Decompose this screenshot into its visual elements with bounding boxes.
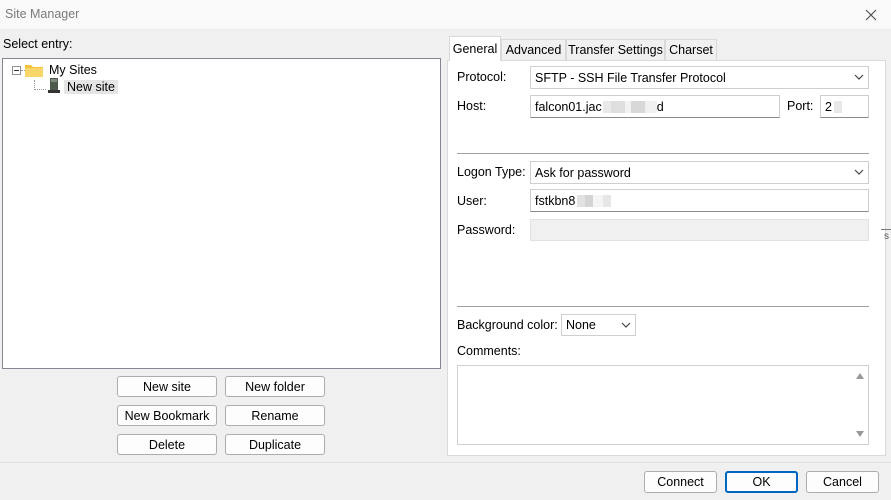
password-label: Password: (457, 223, 516, 237)
logon-type-label: Logon Type: (457, 165, 526, 179)
tab-advanced[interactable]: Advanced (501, 39, 566, 60)
comments-label: Comments: (457, 344, 521, 358)
comments-scrollbar[interactable] (851, 366, 868, 444)
background-color-label: Background color: (457, 318, 558, 332)
tab-general[interactable]: General (449, 36, 501, 61)
redacted-block (593, 194, 604, 207)
protocol-select[interactable]: SFTP - SSH File Transfer Protocol (530, 66, 869, 89)
tree-collapse-toggle[interactable] (12, 66, 21, 75)
close-button[interactable] (860, 5, 882, 25)
separator (457, 153, 869, 154)
chevron-down-icon (854, 169, 864, 175)
select-entry-label: Select entry: (3, 37, 73, 51)
redacted-block (602, 100, 611, 113)
connect-button[interactable]: Connect (644, 471, 717, 493)
close-icon (865, 9, 877, 21)
host-value-start: falcon01.jac (535, 99, 602, 114)
background-color-value: None (566, 318, 596, 332)
host-value-end: d (656, 99, 664, 114)
tree-connector-child (34, 89, 46, 90)
port-value: 2 (825, 99, 832, 114)
ok-button[interactable]: OK (725, 471, 798, 493)
duplicate-button[interactable]: Duplicate (225, 434, 325, 455)
redacted-block (577, 194, 586, 207)
scroll-up-icon[interactable] (855, 372, 865, 380)
redacted-block (644, 100, 657, 113)
window-title: Site Manager (5, 7, 80, 21)
rename-button[interactable]: Rename (225, 405, 325, 426)
new-site-button[interactable]: New site (117, 376, 217, 397)
port-field[interactable]: 2 (820, 95, 869, 118)
new-bookmark-button[interactable]: New Bookmark (117, 405, 217, 426)
user-label: User: (457, 194, 487, 208)
password-field (530, 219, 869, 241)
user-field[interactable]: fstkbn8 (530, 189, 869, 212)
site-tree[interactable]: My Sites New site (2, 58, 441, 369)
chevron-down-icon (854, 74, 864, 80)
host-field[interactable]: falcon01.jac d (530, 95, 780, 118)
host-label: Host: (457, 99, 487, 113)
title-bar: Site Manager (0, 0, 891, 30)
tree-item-new-site[interactable]: New site (64, 80, 118, 94)
redacted-block (833, 100, 842, 113)
scroll-down-icon[interactable] (855, 430, 865, 438)
comments-textarea[interactable] (457, 365, 869, 445)
folder-icon (25, 65, 43, 77)
logon-type-value: Ask for password (535, 165, 631, 180)
new-folder-button[interactable]: New folder (225, 376, 325, 397)
background-window-edge (881, 229, 891, 230)
redacted-block (603, 194, 612, 207)
server-icon (48, 78, 60, 93)
background-window-text: s (884, 231, 889, 242)
separator (457, 306, 869, 307)
background-color-select[interactable]: None (561, 314, 636, 336)
port-label: Port: (787, 99, 814, 113)
redacted-block (585, 194, 594, 207)
cancel-button[interactable]: Cancel (806, 471, 879, 493)
tab-charset[interactable]: Charset (665, 39, 717, 60)
tree-item-my-sites[interactable]: My Sites (47, 62, 99, 78)
redacted-block (610, 100, 625, 113)
delete-button[interactable]: Delete (117, 434, 217, 455)
redacted-block (630, 100, 645, 113)
user-value-start: fstkbn8 (535, 193, 576, 208)
chevron-down-icon (621, 322, 631, 328)
tab-transfer-settings[interactable]: Transfer Settings (566, 39, 665, 60)
protocol-label: Protocol: (457, 70, 507, 84)
protocol-value: SFTP - SSH File Transfer Protocol (535, 70, 726, 85)
logon-type-select[interactable]: Ask for password (530, 161, 869, 184)
